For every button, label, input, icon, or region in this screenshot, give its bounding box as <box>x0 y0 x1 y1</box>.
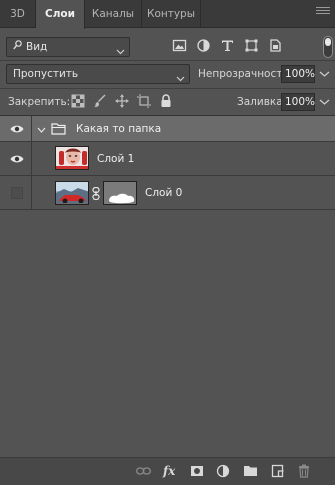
delete-layer-icon[interactable] <box>297 464 311 478</box>
panel-menu-icon[interactable] <box>316 5 330 15</box>
lock-position-icon[interactable] <box>115 94 129 108</box>
blend-mode-value: Пропустить <box>13 68 79 80</box>
fill-dropdown[interactable] <box>318 93 331 111</box>
tab-layers[interactable]: Слои <box>36 0 85 29</box>
folder-icon <box>51 122 66 138</box>
chevron-down-icon <box>176 70 185 88</box>
blend-mode-select[interactable]: Пропустить <box>6 64 190 84</box>
layer-name: Слой 1 <box>97 153 135 165</box>
fx-icon[interactable]: fx <box>163 464 177 478</box>
chevron-down-icon <box>116 43 125 61</box>
new-group-icon[interactable] <box>243 464 257 478</box>
layer-name: Какая то папка <box>76 123 162 135</box>
layer-thumbnail <box>55 181 89 205</box>
image-filter-icon[interactable] <box>172 38 188 54</box>
layer-name: Слой 0 <box>145 187 183 199</box>
eye-icon <box>10 125 24 133</box>
shape-filter-icon[interactable] <box>244 38 260 54</box>
layer-mask-thumbnail[interactable] <box>103 181 137 205</box>
hidden-eye-icon <box>11 187 23 199</box>
layer-thumbnail <box>55 146 89 170</box>
opacity-label: Непрозрачность: <box>198 68 293 80</box>
search-icon <box>13 38 22 56</box>
panel-tab-bar: 3D Слои Каналы Контуры <box>0 0 335 29</box>
filter-toggle-switch[interactable] <box>323 36 333 58</box>
adjustment-filter-icon[interactable] <box>196 38 212 54</box>
lock-all-icon[interactable] <box>159 94 173 108</box>
layers-bottom-toolbar: fx <box>0 457 335 485</box>
layer-filter-label: Вид <box>26 41 48 53</box>
lock-brush-icon[interactable] <box>93 94 107 108</box>
fill-label: Заливка: <box>237 96 287 108</box>
opacity-input[interactable]: 100% <box>281 65 315 83</box>
add-mask-icon[interactable] <box>190 464 204 478</box>
layer-filter-select[interactable]: Вид <box>6 37 130 57</box>
fill-input[interactable]: 100% <box>281 93 315 111</box>
tab-paths[interactable]: Контуры <box>142 0 201 28</box>
tab-channels[interactable]: Каналы <box>85 0 142 28</box>
new-layer-icon[interactable] <box>271 464 285 478</box>
layer-row[interactable]: Слой 1 <box>0 142 335 176</box>
visibility-toggle[interactable] <box>0 116 32 141</box>
lock-artboard-icon[interactable] <box>137 94 151 108</box>
eye-icon <box>10 155 24 163</box>
visibility-toggle[interactable] <box>0 142 32 175</box>
divider <box>0 88 335 89</box>
layer-group-row[interactable]: Какая то папка <box>0 116 335 142</box>
layer-row[interactable]: Слой 0 <box>0 176 335 210</box>
divider <box>0 60 335 61</box>
type-filter-icon[interactable] <box>220 38 236 54</box>
chevron-down-icon[interactable] <box>37 124 46 137</box>
adjustment-layer-icon[interactable] <box>216 464 230 478</box>
opacity-dropdown[interactable] <box>318 65 331 83</box>
tab-3d[interactable]: 3D <box>0 0 36 28</box>
link-layers-icon[interactable] <box>136 464 151 478</box>
lock-transparent-icon[interactable] <box>71 94 85 108</box>
lock-label: Закрепить: <box>8 96 71 108</box>
smart-object-filter-icon[interactable] <box>268 38 284 54</box>
visibility-toggle[interactable] <box>0 176 32 209</box>
mask-link-icon[interactable] <box>92 186 100 203</box>
